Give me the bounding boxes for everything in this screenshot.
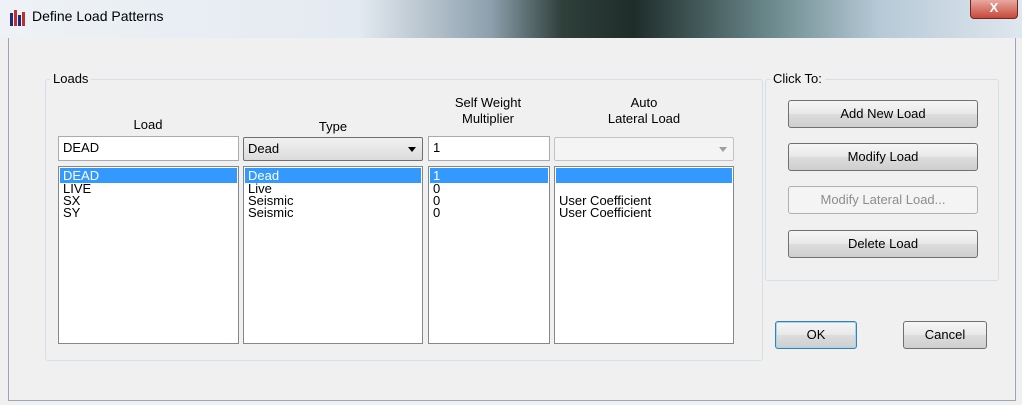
- chevron-down-icon: [719, 147, 727, 152]
- dialog-client: Loads Load Type Self Weight Multiplier A…: [8, 38, 1016, 401]
- modify-load-button[interactable]: Modify Load: [788, 143, 978, 171]
- loads-group-label: Loads: [50, 71, 92, 86]
- loads-group: Loads Load Type Self Weight Multiplier A…: [45, 71, 763, 361]
- auto-lateral-dropdown: [554, 137, 734, 161]
- auto-lateral-list[interactable]: User Coefficient User Coefficient: [554, 166, 734, 344]
- list-item[interactable]: LIVE: [60, 182, 237, 195]
- header-auto-lateral: Auto Lateral Load: [607, 95, 681, 126]
- cancel-button[interactable]: Cancel: [903, 321, 987, 349]
- list-item[interactable]: 0: [430, 206, 548, 219]
- type-list[interactable]: Dead Live Seismic Seismic: [243, 166, 423, 344]
- add-new-load-button[interactable]: Add New Load: [788, 100, 978, 128]
- load-name-input[interactable]: DEAD: [58, 136, 239, 161]
- header-load: Load: [133, 117, 163, 132]
- list-item[interactable]: SX: [60, 194, 237, 207]
- type-dropdown-value: Dead: [248, 141, 280, 156]
- ok-button[interactable]: OK: [775, 321, 857, 349]
- click-to-group: Click To: Add New Load Modify Load Modif…: [765, 71, 999, 281]
- list-item[interactable]: User Coefficient: [556, 206, 732, 219]
- self-weight-list[interactable]: 1 0 0 0: [428, 166, 550, 344]
- app-icon: [10, 10, 26, 26]
- list-item[interactable]: 0: [430, 194, 548, 207]
- type-dropdown[interactable]: Dead: [243, 137, 423, 161]
- list-item[interactable]: 1: [430, 168, 548, 183]
- list-item[interactable]: Seismic: [245, 206, 421, 219]
- title-bar: Define Load Patterns X: [0, 0, 1022, 38]
- list-item[interactable]: SY: [60, 206, 237, 219]
- chevron-down-icon: [408, 147, 416, 152]
- header-self-weight: Self Weight Multiplier: [454, 95, 522, 126]
- header-type: Type: [318, 119, 348, 134]
- list-item[interactable]: [556, 168, 732, 183]
- window-title: Define Load Patterns: [32, 8, 164, 24]
- list-item[interactable]: 0: [430, 182, 548, 195]
- load-list[interactable]: DEAD LIVE SX SY: [58, 166, 239, 344]
- modify-lateral-load-button: Modify Lateral Load...: [788, 186, 978, 214]
- click-to-group-label: Click To:: [770, 71, 825, 86]
- self-weight-input[interactable]: 1: [428, 136, 550, 161]
- close-icon: X: [989, 0, 999, 15]
- delete-load-button[interactable]: Delete Load: [788, 230, 978, 258]
- close-button[interactable]: X: [970, 0, 1018, 19]
